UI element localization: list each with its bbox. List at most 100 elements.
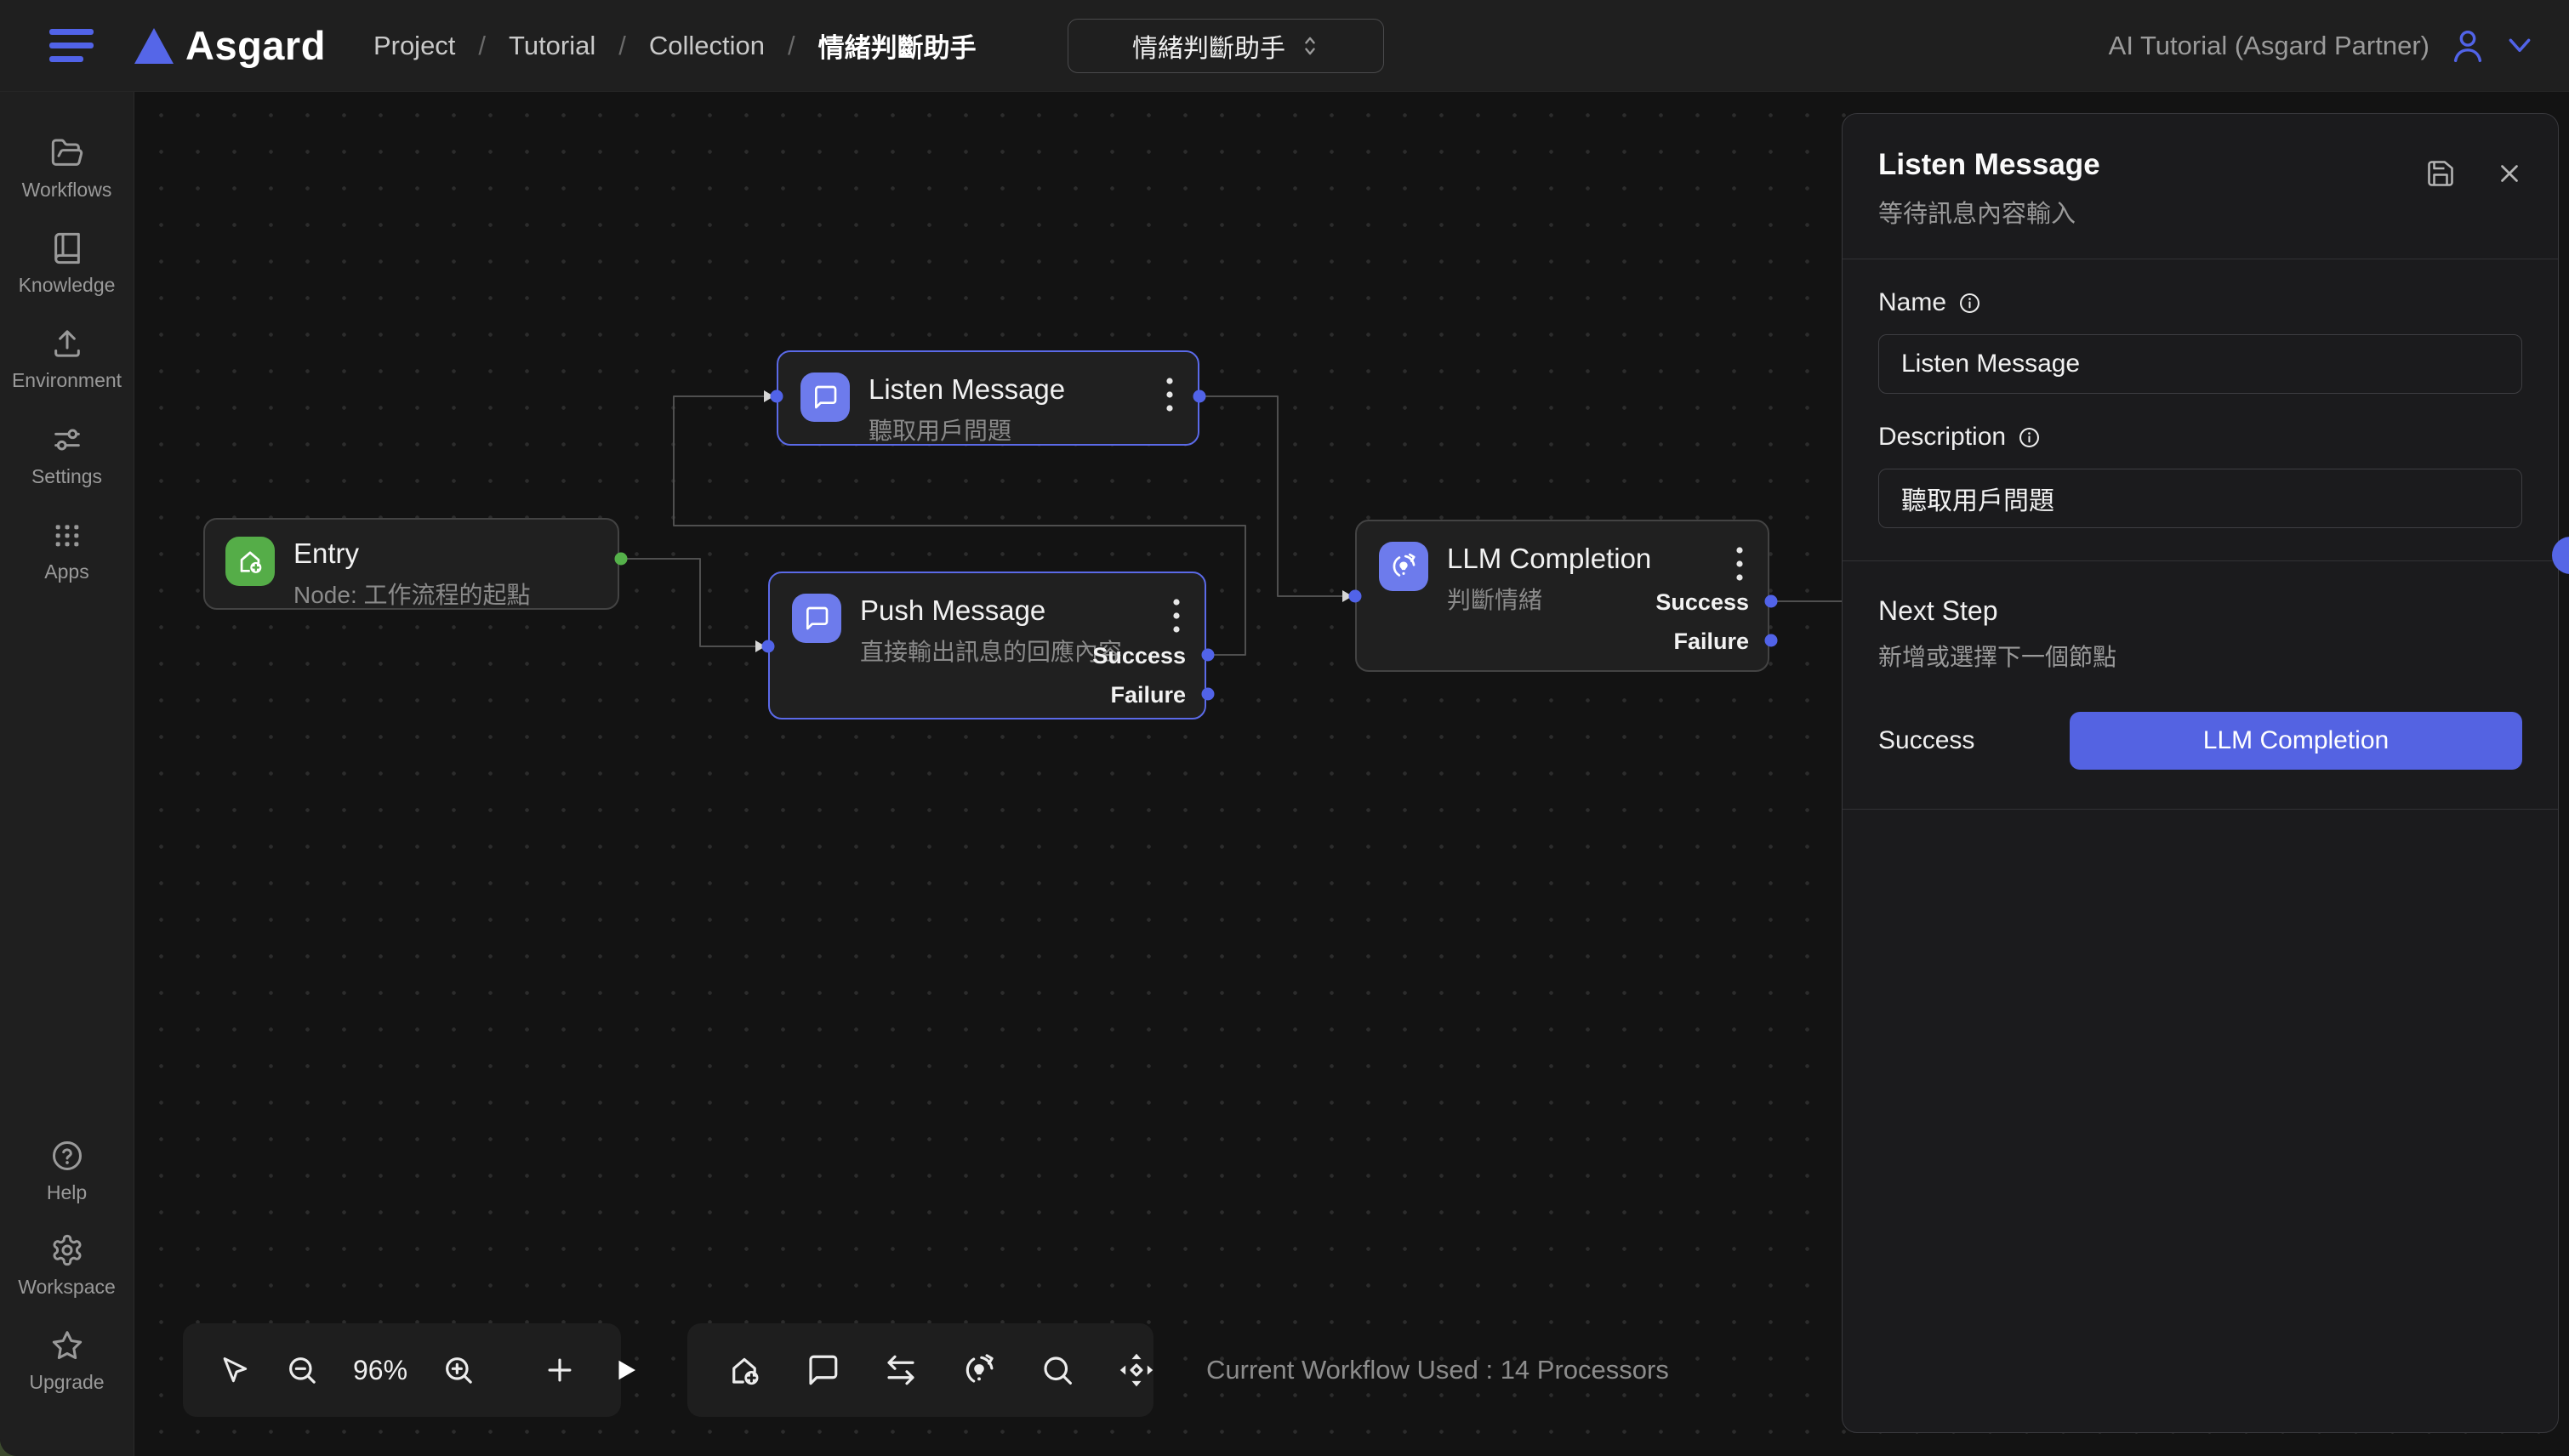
node-settings-panel: Listen Message 等待訊息內容輸入 Name <box>1842 113 2559 1433</box>
next-step-target-button[interactable]: LLM Completion <box>2070 712 2522 770</box>
workflow-selector[interactable]: 情緒判斷助手 <box>1068 19 1384 73</box>
edge-listen-to-llm <box>1199 396 1342 596</box>
move-canvas-button[interactable] <box>1118 1351 1155 1389</box>
edge-entry-to-push <box>621 559 755 646</box>
sidebar-item-knowledge[interactable]: Knowledge <box>0 231 134 297</box>
user-icon <box>2448 26 2487 65</box>
breadcrumb-project[interactable]: Project <box>373 31 455 61</box>
panel-header: Listen Message 等待訊息內容輸入 <box>1843 114 2558 259</box>
sidebar-item-label: Settings <box>31 465 102 488</box>
panel-divider <box>1843 809 2558 810</box>
unfold-more-icon <box>1301 32 1319 60</box>
node-title: Listen Message <box>869 373 1065 407</box>
chevron-down-icon <box>2506 37 2533 55</box>
llm-node-icon <box>1379 542 1428 591</box>
name-input[interactable] <box>1878 334 2522 394</box>
grid-icon <box>50 518 84 552</box>
sidebar-item-help[interactable]: Help <box>0 1139 134 1204</box>
workflow-usage-status: Current Workflow Used : 14 Processors <box>1206 1323 1669 1417</box>
zoom-in-button[interactable] <box>441 1353 476 1387</box>
run-workflow-button[interactable] <box>610 1355 641 1385</box>
breadcrumb-collection[interactable]: Collection <box>649 31 765 61</box>
sidebar-item-settings[interactable]: Settings <box>0 423 134 488</box>
close-icon[interactable] <box>2495 158 2524 189</box>
menu-icon[interactable] <box>49 29 94 62</box>
workflow-canvas[interactable]: Entry Node: 工作流程的起點 Listen Message 聽取用戶問… <box>134 92 2569 1456</box>
sidebar-item-label: Environment <box>12 369 122 392</box>
account-menu[interactable]: AI Tutorial (Asgard Partner) <box>2109 26 2533 65</box>
sidebar-item-label: Help <box>47 1181 87 1204</box>
help-circle-icon <box>50 1139 84 1173</box>
node-menu-icon[interactable] <box>1165 376 1174 413</box>
search-node-button[interactable] <box>1040 1352 1075 1388</box>
node-entry[interactable]: Entry Node: 工作流程的起點 <box>203 518 619 610</box>
entry-node-icon <box>225 537 275 586</box>
node-llm-completion[interactable]: LLM Completion 判斷情緒 Success Failure <box>1355 520 1769 672</box>
output-port-label: Success <box>1092 643 1186 669</box>
sidebar-item-apps[interactable]: Apps <box>0 518 134 583</box>
add-message-node-button[interactable] <box>805 1352 840 1388</box>
next-step-subtitle: 新增或選擇下一個節點 <box>1878 639 2522 673</box>
book-icon <box>50 231 84 265</box>
sidebar-item-label: Workspace <box>18 1276 116 1299</box>
canvas-toolbar: 96% <box>183 1323 621 1417</box>
node-push-message[interactable]: Push Message 直接輸出訊息的回應內容 Success Failure <box>768 572 1206 719</box>
sidebar-item-environment[interactable]: Environment <box>0 327 134 392</box>
node-palette-toolbar <box>687 1323 1153 1417</box>
add-llm-node-button[interactable] <box>961 1352 997 1388</box>
node-subtitle: 判斷情緒 <box>1447 582 1651 616</box>
panel-divider <box>1843 560 2558 561</box>
sliders-icon <box>50 423 84 457</box>
node-menu-icon[interactable] <box>1172 597 1181 634</box>
zoom-level: 96% <box>353 1355 407 1386</box>
add-entry-node-button[interactable] <box>726 1352 762 1388</box>
sidebar-item-workflows[interactable]: Workflows <box>0 136 134 202</box>
select-cursor-button[interactable] <box>219 1354 251 1386</box>
next-step-title: Next Step <box>1878 595 2522 627</box>
message-node-icon <box>800 373 850 422</box>
breadcrumb-current: 情緒判斷助手 <box>818 26 977 65</box>
info-icon[interactable] <box>1958 292 1981 315</box>
node-title: Entry <box>293 537 531 571</box>
save-button[interactable] <box>2425 158 2456 189</box>
node-menu-icon[interactable] <box>1735 545 1744 583</box>
description-input[interactable] <box>1878 469 2522 528</box>
node-subtitle: 直接輸出訊息的回應內容 <box>860 634 1122 668</box>
input-arrow-icon <box>764 390 774 402</box>
sidebar-item-label: Upgrade <box>29 1371 104 1394</box>
node-subtitle: 聽取用戶問題 <box>869 412 1065 446</box>
node-listen-message[interactable]: Listen Message 聽取用戶問題 <box>777 350 1199 446</box>
folder-icon <box>50 136 84 170</box>
description-field-label: Description <box>1878 423 2522 452</box>
breadcrumb-tutorial[interactable]: Tutorial <box>509 31 595 61</box>
panel-subtitle: 等待訊息內容輸入 <box>1878 194 2522 230</box>
breadcrumb-separator: / <box>618 31 626 61</box>
node-subtitle: Node: 工作流程的起點 <box>293 577 531 611</box>
gear-icon <box>50 1233 84 1267</box>
input-arrow-icon <box>755 640 766 652</box>
info-icon[interactable] <box>2018 426 2041 449</box>
sidebar-item-label: Knowledge <box>19 274 116 297</box>
sidebar-item-upgrade[interactable]: Upgrade <box>0 1328 134 1394</box>
output-port-label: Success <box>1655 589 1749 616</box>
brand-name: Asgard <box>185 22 326 69</box>
sidebar-item-workspace[interactable]: Workspace <box>0 1233 134 1299</box>
account-name: AI Tutorial (Asgard Partner) <box>2109 31 2429 61</box>
star-icon <box>50 1328 84 1362</box>
input-arrow-icon <box>1342 590 1353 602</box>
upload-icon <box>50 327 84 361</box>
success-branch-label: Success <box>1878 726 1974 755</box>
breadcrumb-separator: / <box>788 31 795 61</box>
breadcrumb-separator: / <box>478 31 486 61</box>
output-port-label: Failure <box>1673 628 1749 655</box>
sidebar-item-label: Apps <box>44 560 88 583</box>
topbar: Asgard Project / Tutorial / Collection /… <box>0 0 2569 92</box>
add-switch-node-button[interactable] <box>883 1352 919 1388</box>
sidebar: Workflows Knowledge Environment Settings… <box>0 92 134 1456</box>
add-node-button[interactable] <box>544 1354 576 1386</box>
zoom-out-button[interactable] <box>285 1353 319 1387</box>
app-window: Asgard Project / Tutorial / Collection /… <box>0 0 2569 1456</box>
workflow-selector-value: 情緒判斷助手 <box>1132 27 1285 65</box>
message-node-icon <box>792 594 841 643</box>
asgard-logo-icon <box>134 28 174 64</box>
